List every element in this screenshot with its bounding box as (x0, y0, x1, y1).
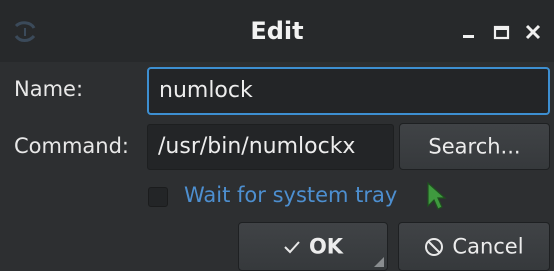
command-input[interactable]: /usr/bin/numlockx (147, 124, 394, 170)
maximize-icon[interactable] (491, 22, 513, 42)
checkmark-icon (284, 241, 300, 254)
wait-for-tray-label[interactable]: Wait for system tray (184, 183, 397, 207)
ok-button[interactable]: OK (238, 222, 388, 271)
minimize-icon[interactable] (458, 22, 480, 42)
cancel-button-label: Cancel (452, 234, 524, 259)
command-label: Command: (14, 134, 130, 158)
cancel-button[interactable]: Cancel (398, 222, 550, 271)
name-label: Name: (14, 77, 84, 101)
close-icon[interactable] (522, 22, 544, 42)
cancel-circle-icon (425, 238, 444, 256)
title-bar[interactable]: Edit (0, 0, 554, 62)
search-button-label: Search... (428, 134, 521, 159)
name-input[interactable]: numlock (147, 67, 550, 115)
resize-grip-icon (374, 257, 384, 267)
search-button[interactable]: Search... (399, 123, 550, 170)
ok-button-label: OK (308, 234, 344, 259)
mouse-cursor-icon (427, 181, 447, 210)
wait-for-tray-checkbox[interactable] (148, 187, 168, 207)
